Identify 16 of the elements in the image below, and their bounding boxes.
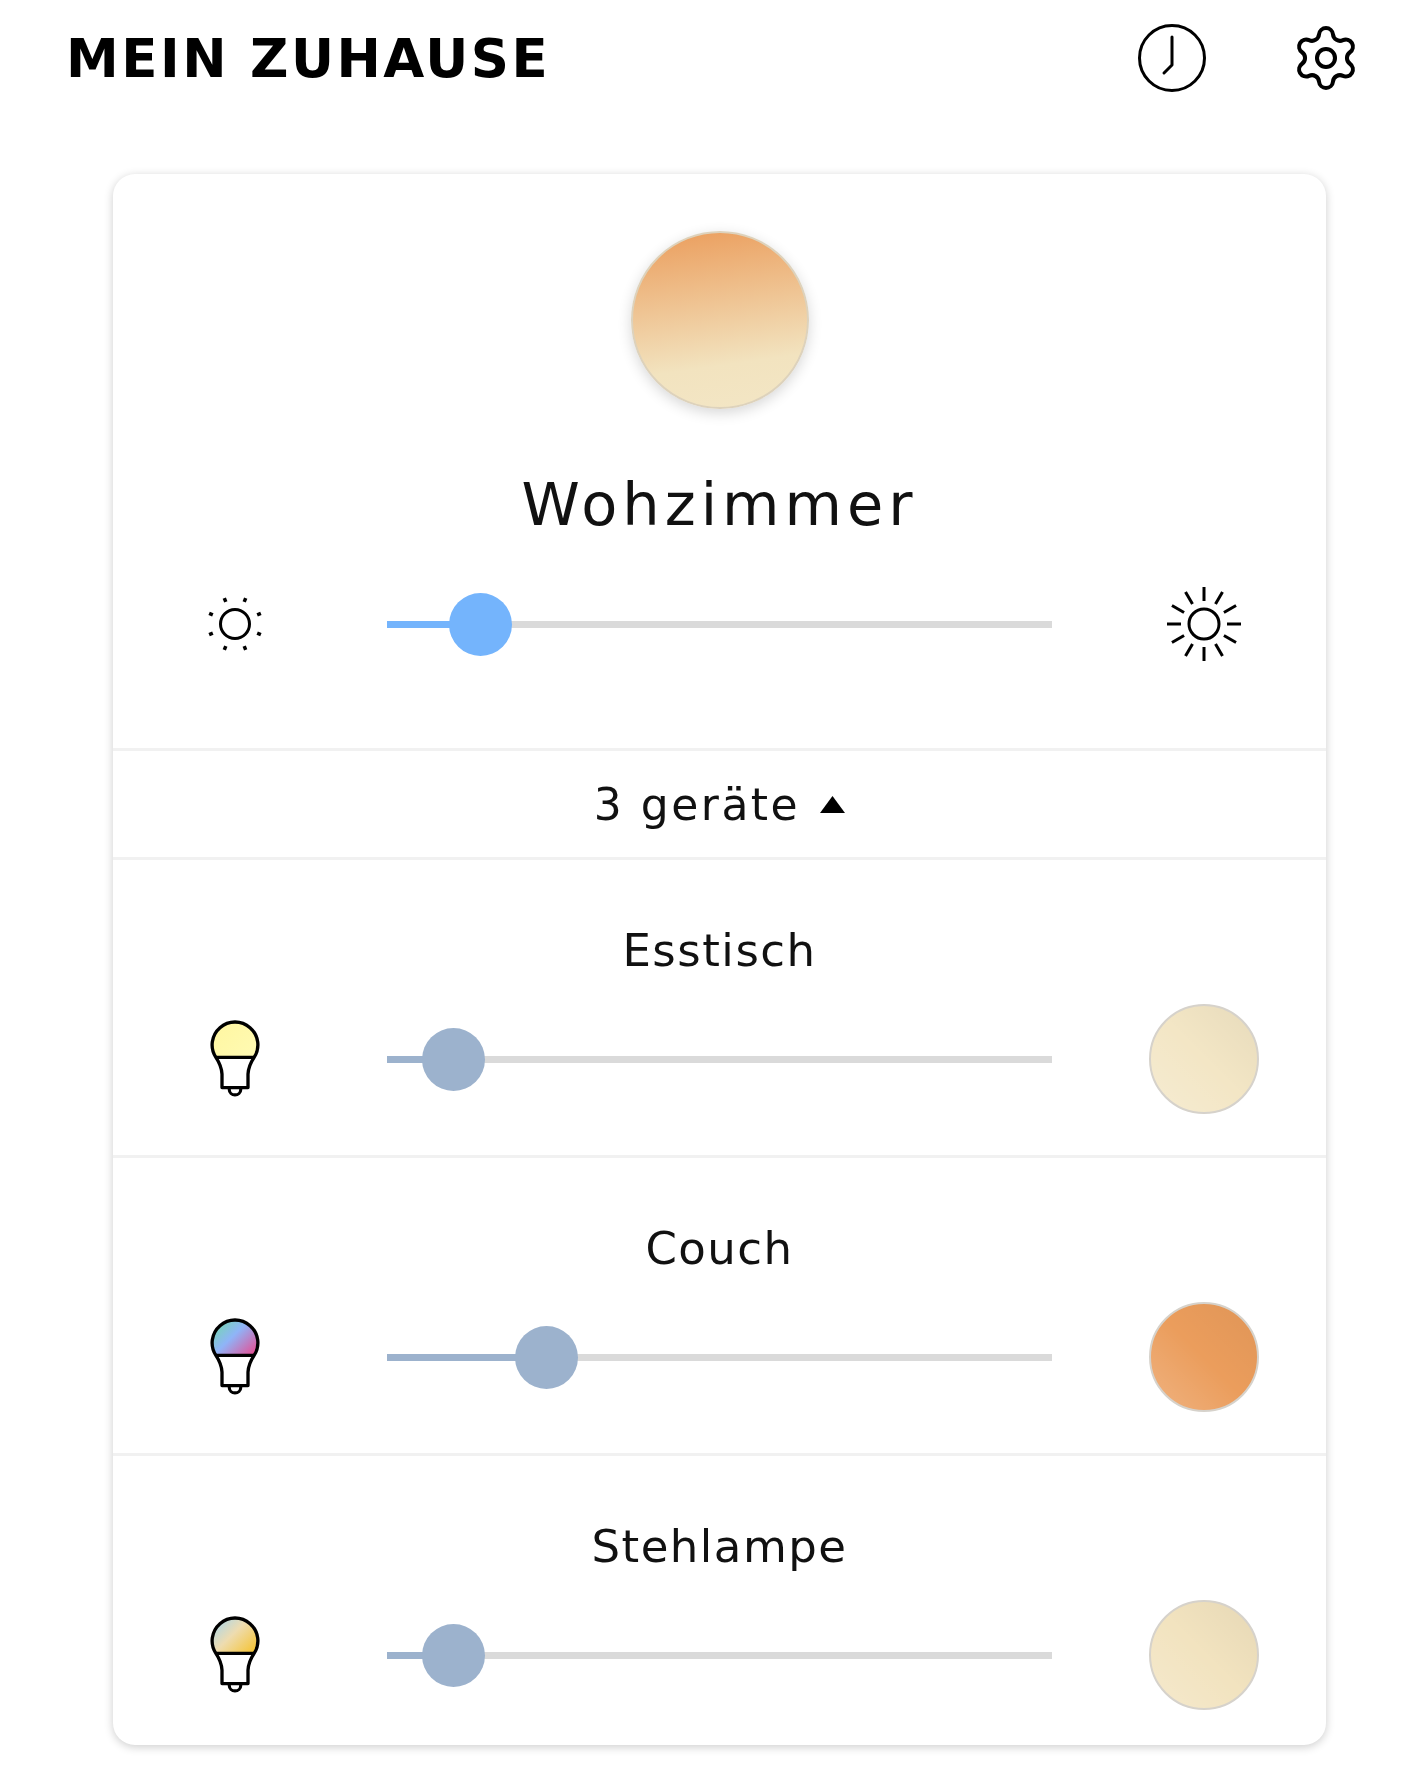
bright-sun-icon: [1164, 584, 1244, 664]
clock-icon[interactable]: [1137, 23, 1207, 93]
device-brightness-slider[interactable]: [387, 1325, 1052, 1389]
bulb-icon: [209, 1020, 261, 1098]
device-name: Couch: [645, 1222, 794, 1275]
device-name: Esstisch: [622, 924, 817, 977]
device-brightness-slider[interactable]: [387, 1623, 1052, 1687]
devices-toggle[interactable]: 3 geräte: [593, 778, 846, 830]
brightness-slider[interactable]: [387, 592, 1052, 656]
page-title: MEIN ZUHAUSE: [66, 27, 551, 89]
caret-icon: [820, 795, 846, 813]
bulb-icon: [209, 1318, 261, 1396]
device-brightness-slider[interactable]: [387, 1027, 1052, 1091]
bulb-icon: [209, 1616, 261, 1694]
device-name: Stehlampe: [591, 1520, 848, 1573]
room-name: Wohzimmer: [521, 471, 918, 539]
